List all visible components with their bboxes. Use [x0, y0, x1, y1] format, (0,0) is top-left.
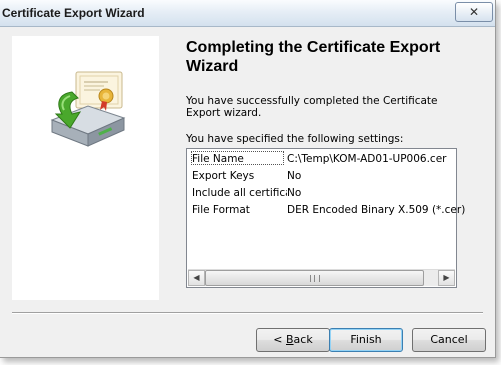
horizontal-scrollbar[interactable]: ◀ ▶ [188, 269, 455, 286]
scroll-left-button[interactable]: ◀ [188, 270, 205, 286]
certificate-export-dialog: Certificate Export Wizard ✕ Completing t… [0, 0, 496, 358]
setting-value: No [287, 170, 302, 182]
setting-name: File Format [192, 204, 250, 216]
certificate-export-disk-icon [50, 71, 126, 147]
title-bar[interactable]: Certificate Export Wizard ✕ [0, 0, 495, 27]
window-title: Certificate Export Wizard [2, 6, 145, 20]
finish-label: Finish [350, 333, 382, 346]
settings-label: You have specified the following setting… [186, 133, 404, 145]
close-button[interactable]: ✕ [455, 2, 493, 22]
scrollbar-thumb[interactable] [205, 270, 424, 286]
page-title: Completing the Certificate Export Wizard [186, 39, 441, 75]
setting-name: Include all certifica [192, 187, 287, 199]
scroll-right-button[interactable]: ▶ [438, 270, 455, 286]
wizard-side-panel [12, 36, 159, 300]
setting-value: C:\Temp\KOM-AD01-UP006.cer [287, 153, 447, 165]
cancel-button[interactable]: Cancel [412, 328, 486, 352]
setting-value: DER Encoded Binary X.509 (*.cer) [287, 204, 466, 216]
finish-button[interactable]: Finish [329, 328, 403, 352]
setting-name: File Name [192, 153, 244, 165]
arrow-right-icon: ▶ [443, 273, 450, 282]
settings-list[interactable]: File Name C:\Temp\KOM-AD01-UP006.cer Exp… [186, 148, 465, 288]
button-divider [12, 312, 483, 314]
back-label-rest: ack [293, 333, 313, 346]
setting-name: Export Keys [192, 170, 255, 182]
setting-value: No [287, 187, 302, 199]
cancel-label: Cancel [430, 333, 468, 346]
back-label-mnemonic: B [286, 333, 294, 346]
grip-icon [310, 275, 320, 282]
close-icon: ✕ [468, 5, 480, 19]
arrow-left-icon: ◀ [193, 273, 200, 282]
back-button[interactable]: < Back [256, 328, 330, 352]
back-label-prefix: < [273, 333, 286, 346]
completion-message: You have successfully completed the Cert… [186, 95, 438, 119]
